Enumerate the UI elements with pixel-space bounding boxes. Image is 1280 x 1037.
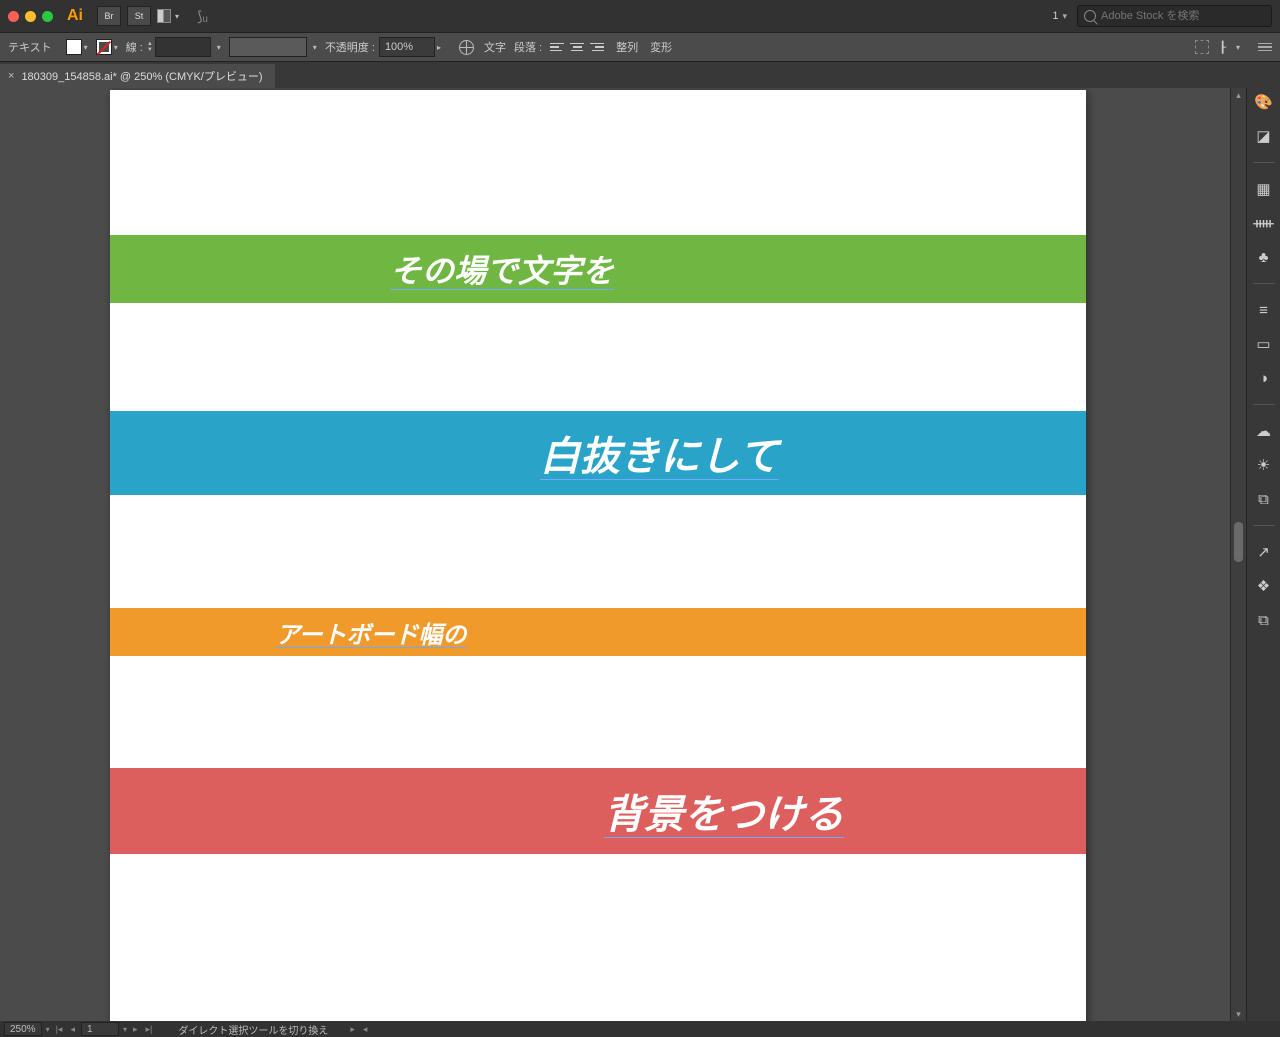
color-guide-panel-icon[interactable]: ◪ (1254, 126, 1274, 146)
close-window-button[interactable] (8, 11, 19, 22)
chevron-down-icon[interactable]: ▾ (84, 43, 88, 52)
search-icon (1084, 10, 1096, 22)
bridge-button[interactable]: Br (97, 6, 121, 26)
bridge-label: Br (105, 11, 114, 21)
stroke-weight-label: 線 : (126, 39, 143, 55)
libraries-panel-icon[interactable]: ☁ (1254, 421, 1274, 441)
app-logo: Ai (67, 7, 83, 25)
band2-text: 白抜きにして (540, 435, 779, 479)
window-controls (8, 11, 53, 22)
title-bar: Ai Br St ▾ ⟆ᵤ 1 ▾ (0, 0, 1280, 32)
chevron-down-icon[interactable]: ▾ (1236, 43, 1240, 52)
artboard-number: 1 (1052, 10, 1058, 22)
text-band-orange[interactable]: アートボード幅の (110, 608, 1086, 656)
chevron-right-icon[interactable]: ▸ (437, 43, 441, 52)
isolate-mode-icon[interactable] (1195, 40, 1209, 54)
control-bar: テキスト ▾ ▾ 線 : ▲▼ ▾ ▾ 不透明度 : 100% ▸ 文字 段落 … (0, 32, 1280, 62)
zoom-value: 250% (10, 1024, 36, 1035)
stroke-swatch[interactable] (96, 39, 112, 55)
paragraph-align-group (550, 40, 604, 54)
tool-hint: ダイレクト選択ツールを切り換え (178, 1022, 328, 1037)
status-more-button[interactable]: ▸ (348, 1024, 357, 1035)
swatches-panel-icon[interactable]: ▦ (1254, 179, 1274, 199)
artboard-nav-field[interactable]: 1 (81, 1022, 119, 1036)
scroll-up-arrow[interactable]: ▴ (1231, 88, 1246, 102)
last-artboard-button[interactable]: ▸| (144, 1024, 155, 1035)
symbols-panel-icon[interactable]: ♣ (1254, 247, 1274, 267)
artboard[interactable]: その場で文字を 白抜きにして アートボード幅の 背景をつける (110, 90, 1086, 1021)
artboard-nav-value: 1 (87, 1024, 93, 1035)
transparency-panel-icon[interactable]: ◑ (1254, 368, 1274, 388)
export-panel-icon[interactable]: ↗ (1254, 542, 1274, 562)
paragraph-panel-label[interactable]: 段落 : (514, 39, 542, 55)
hscroll-left-button[interactable]: ◂ (361, 1024, 370, 1035)
maximize-window-button[interactable] (42, 11, 53, 22)
document-tab-row: × 180309_154858.ai* @ 250% (CMYK/プレビュー) (0, 62, 1280, 88)
align-panel-link[interactable]: 整列 (616, 39, 638, 55)
chevron-down-icon[interactable]: ▾ (123, 1025, 127, 1034)
scroll-track[interactable] (1231, 102, 1246, 1007)
zoom-level-field[interactable]: 250% (4, 1022, 42, 1036)
character-panel-label[interactable]: 文字 (484, 39, 506, 55)
fill-swatch[interactable] (66, 39, 82, 55)
align-to-icon[interactable]: ┠ (1219, 41, 1226, 54)
gpu-preview-icon[interactable]: ⟆ᵤ (197, 8, 208, 25)
document-tab-title: 180309_154858.ai* @ 250% (CMYK/プレビュー) (21, 68, 262, 84)
chevron-down-icon: ▾ (175, 12, 179, 21)
brush-definition-dropdown[interactable] (229, 37, 307, 57)
stock-search-input[interactable] (1101, 10, 1265, 22)
panel-menu-icon[interactable] (1258, 43, 1272, 52)
first-artboard-button[interactable]: |◂ (54, 1024, 65, 1035)
scroll-thumb[interactable] (1234, 522, 1243, 562)
prev-artboard-button[interactable]: ◂ (68, 1024, 77, 1035)
panel-dock: 🎨 ◪ ▦ ᚔ ♣ ≡ ▭ ◑ ☁ ☀ ⧉ ↗ ❖ ⧉ (1246, 88, 1280, 1021)
appearance-panel-icon[interactable]: ☀ (1254, 455, 1274, 475)
workspace: その場で文字を 白抜きにして アートボード幅の 背景をつける ▴ ▾ (0, 88, 1246, 1021)
recolor-artwork-icon[interactable] (459, 40, 474, 55)
opacity-value: 100% (385, 41, 413, 53)
align-right-button[interactable] (588, 40, 604, 54)
close-tab-icon[interactable]: × (8, 70, 14, 82)
band3-text: アートボード幅の (276, 622, 467, 649)
chevron-down-icon[interactable]: ▾ (46, 1025, 50, 1034)
chevron-down-icon[interactable]: ▾ (114, 43, 118, 52)
document-tab[interactable]: × 180309_154858.ai* @ 250% (CMYK/プレビュー) (0, 64, 275, 88)
next-artboard-button[interactable]: ▸ (131, 1024, 140, 1035)
align-left-button[interactable] (550, 40, 566, 54)
minimize-window-button[interactable] (25, 11, 36, 22)
canvas-viewport[interactable]: その場で文字を 白抜きにして アートボード幅の 背景をつける (0, 88, 1230, 1021)
band4-text: 背景をつける (604, 793, 844, 837)
stock-label: St (135, 11, 144, 21)
arrange-icon (157, 9, 171, 23)
gradient-panel-icon[interactable]: ▭ (1254, 334, 1274, 354)
chevron-down-icon[interactable]: ▾ (1062, 11, 1067, 22)
band1-text: その場で文字を (390, 253, 614, 289)
stock-search[interactable] (1077, 5, 1272, 27)
opacity-field[interactable]: 100% (379, 37, 435, 57)
stroke-weight-stepper[interactable]: ▲▼ (147, 41, 153, 53)
opacity-label: 不透明度 : (325, 39, 375, 55)
text-band-green[interactable]: その場で文字を (110, 235, 1086, 303)
scroll-down-arrow[interactable]: ▾ (1231, 1007, 1246, 1021)
arrange-documents-button[interactable]: ▾ (157, 9, 187, 23)
stroke-panel-icon[interactable]: ≡ (1254, 300, 1274, 320)
tool-mode-label: テキスト (8, 39, 52, 55)
layers-panel-icon[interactable]: ❖ (1254, 576, 1274, 596)
stroke-weight-field[interactable] (155, 37, 211, 57)
align-center-button[interactable] (569, 40, 585, 54)
vertical-scrollbar[interactable]: ▴ ▾ (1230, 88, 1246, 1021)
chevron-down-icon[interactable]: ▾ (217, 43, 221, 52)
stock-button[interactable]: St (127, 6, 151, 26)
transform-panel-link[interactable]: 変形 (650, 39, 672, 55)
chevron-down-icon[interactable]: ▾ (313, 43, 317, 52)
color-panel-icon[interactable]: 🎨 (1254, 92, 1274, 112)
text-band-blue[interactable]: 白抜きにして (110, 411, 1086, 495)
brushes-panel-icon[interactable]: ᚔ (1254, 213, 1274, 233)
status-bar: 250% ▾ |◂ ◂ 1 ▾ ▸ ▸| ダイレクト選択ツールを切り換え ▸ ◂ (0, 1021, 1280, 1037)
text-band-red[interactable]: 背景をつける (110, 768, 1086, 854)
artboards-panel-icon[interactable]: ⧉ (1254, 610, 1274, 630)
graphic-styles-panel-icon[interactable]: ⧉ (1254, 489, 1274, 509)
